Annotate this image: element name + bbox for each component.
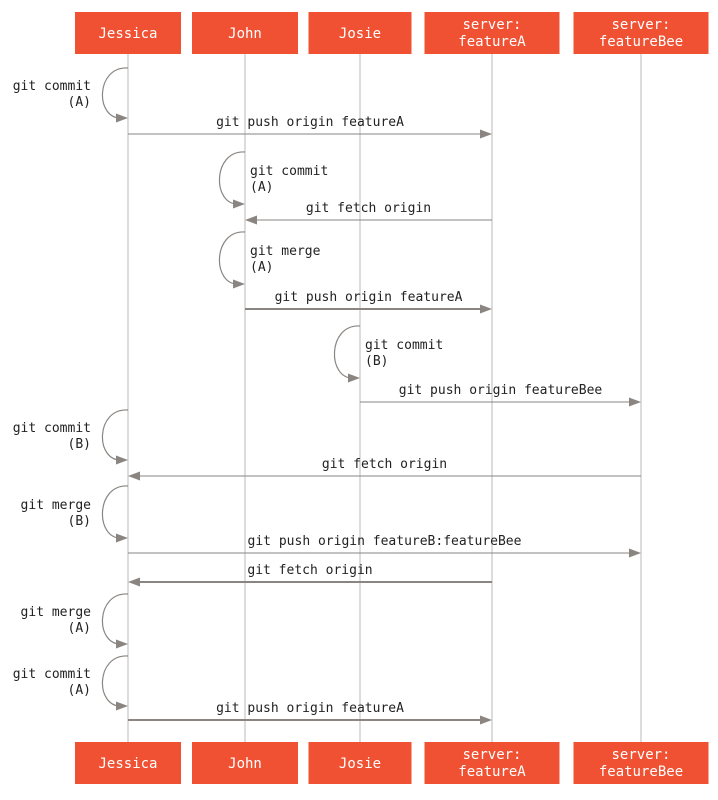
self-call-label: git merge: [21, 605, 92, 620]
self-call-jessica: git commit(A): [13, 655, 129, 711]
participant-label: John: [228, 756, 262, 772]
self-call-label: (B): [68, 514, 91, 529]
arrowhead: [116, 455, 128, 465]
self-call-jessica: git merge(A): [21, 593, 129, 649]
participant-label: featureBee: [599, 764, 683, 780]
participant-bottom-serverB: server:featureBee: [573, 742, 709, 784]
message-label: git push origin featureBee: [399, 383, 603, 398]
arrowhead: [480, 129, 492, 139]
participant-label: server:: [611, 747, 670, 763]
self-call-label: git commit: [365, 338, 443, 353]
self-arc: [218, 231, 246, 285]
participant-bottom-jessica: Jessica: [75, 742, 181, 784]
message-label: git fetch origin: [322, 457, 447, 472]
self-arc: [218, 151, 246, 205]
arrowhead: [480, 304, 492, 314]
message-arrow: git push origin featureA: [128, 115, 492, 139]
self-call-label: (A): [68, 95, 91, 110]
self-call-label: git commit: [13, 421, 91, 436]
arrowhead: [128, 577, 140, 587]
self-call-label: (A): [250, 180, 273, 195]
participant-label: Jessica: [98, 756, 157, 772]
message-label: git push origin featureA: [216, 115, 404, 130]
arrowhead: [629, 548, 641, 558]
participant-label: featureA: [458, 34, 526, 50]
message-arrow: git push origin featureA: [245, 290, 492, 314]
message-arrow: git fetch origin: [128, 457, 641, 481]
participant-bottom-john: John: [192, 742, 298, 784]
arrowhead: [233, 199, 245, 209]
arrowhead: [348, 373, 360, 383]
participant-bottom-josie: Josie: [308, 742, 412, 784]
message-arrow: git fetch origin: [245, 201, 492, 225]
self-call-label: (A): [250, 260, 273, 275]
self-call-label: git merge: [250, 244, 321, 259]
participant-top-john: John: [192, 12, 298, 54]
self-call-jessica: git merge(B): [21, 485, 129, 543]
message-arrow: git push origin featureB:featureBee: [128, 534, 641, 558]
self-arc: [333, 325, 361, 379]
self-call-label: (A): [68, 621, 91, 636]
participant-top-serverB: server:featureBee: [573, 12, 709, 54]
self-call-label: git commit: [13, 79, 91, 94]
message-arrow: git push origin featureA: [128, 701, 492, 725]
self-arc: [101, 67, 129, 119]
participant-label: Josie: [339, 26, 381, 42]
self-call-josie: git commit(B): [333, 325, 443, 383]
self-call-john: git merge(A): [218, 231, 321, 289]
self-arc: [101, 485, 129, 539]
message-label: git fetch origin: [247, 563, 372, 578]
message-label: git push origin featureA: [275, 290, 463, 305]
self-arc: [101, 409, 129, 461]
participant-label: featureA: [458, 764, 526, 780]
self-call-label: (A): [68, 683, 91, 698]
arrowhead: [245, 215, 257, 225]
arrowhead: [233, 279, 245, 289]
self-call-label: (B): [365, 354, 388, 369]
message-arrow: git fetch origin: [128, 563, 492, 587]
message-arrow: git push origin featureBee: [360, 383, 641, 407]
message-label: git push origin featureA: [216, 701, 404, 716]
arrowhead: [116, 701, 128, 711]
message-label: git push origin featureB:featureBee: [248, 534, 522, 549]
self-call-label: git commit: [250, 164, 328, 179]
participant-label: featureBee: [599, 34, 683, 50]
sequence-diagram: JessicaJessicaJohnJohnJosieJosieserver:f…: [13, 12, 709, 784]
self-arc: [101, 655, 129, 707]
participant-bottom-serverA: server:featureA: [424, 742, 560, 784]
self-call-jessica: git commit(A): [13, 67, 129, 123]
arrowhead: [116, 533, 128, 543]
arrowhead: [480, 715, 492, 725]
arrowhead: [116, 113, 128, 123]
participant-label: Josie: [339, 756, 381, 772]
participant-label: server:: [462, 747, 521, 763]
self-call-jessica: git commit(B): [13, 409, 129, 465]
participant-top-josie: Josie: [308, 12, 412, 54]
self-call-label: (B): [68, 437, 91, 452]
participant-label: John: [228, 26, 262, 42]
participant-top-jessica: Jessica: [75, 12, 181, 54]
arrowhead: [629, 397, 641, 407]
participant-label: server:: [611, 17, 670, 33]
participant-label: server:: [462, 17, 521, 33]
self-call-label: git merge: [21, 498, 92, 513]
arrowhead: [116, 639, 128, 649]
message-label: git fetch origin: [306, 201, 431, 216]
self-arc: [101, 593, 129, 645]
self-call-label: git commit: [13, 667, 91, 682]
participant-label: Jessica: [98, 26, 157, 42]
participant-top-serverA: server:featureA: [424, 12, 560, 54]
arrowhead: [128, 471, 140, 481]
